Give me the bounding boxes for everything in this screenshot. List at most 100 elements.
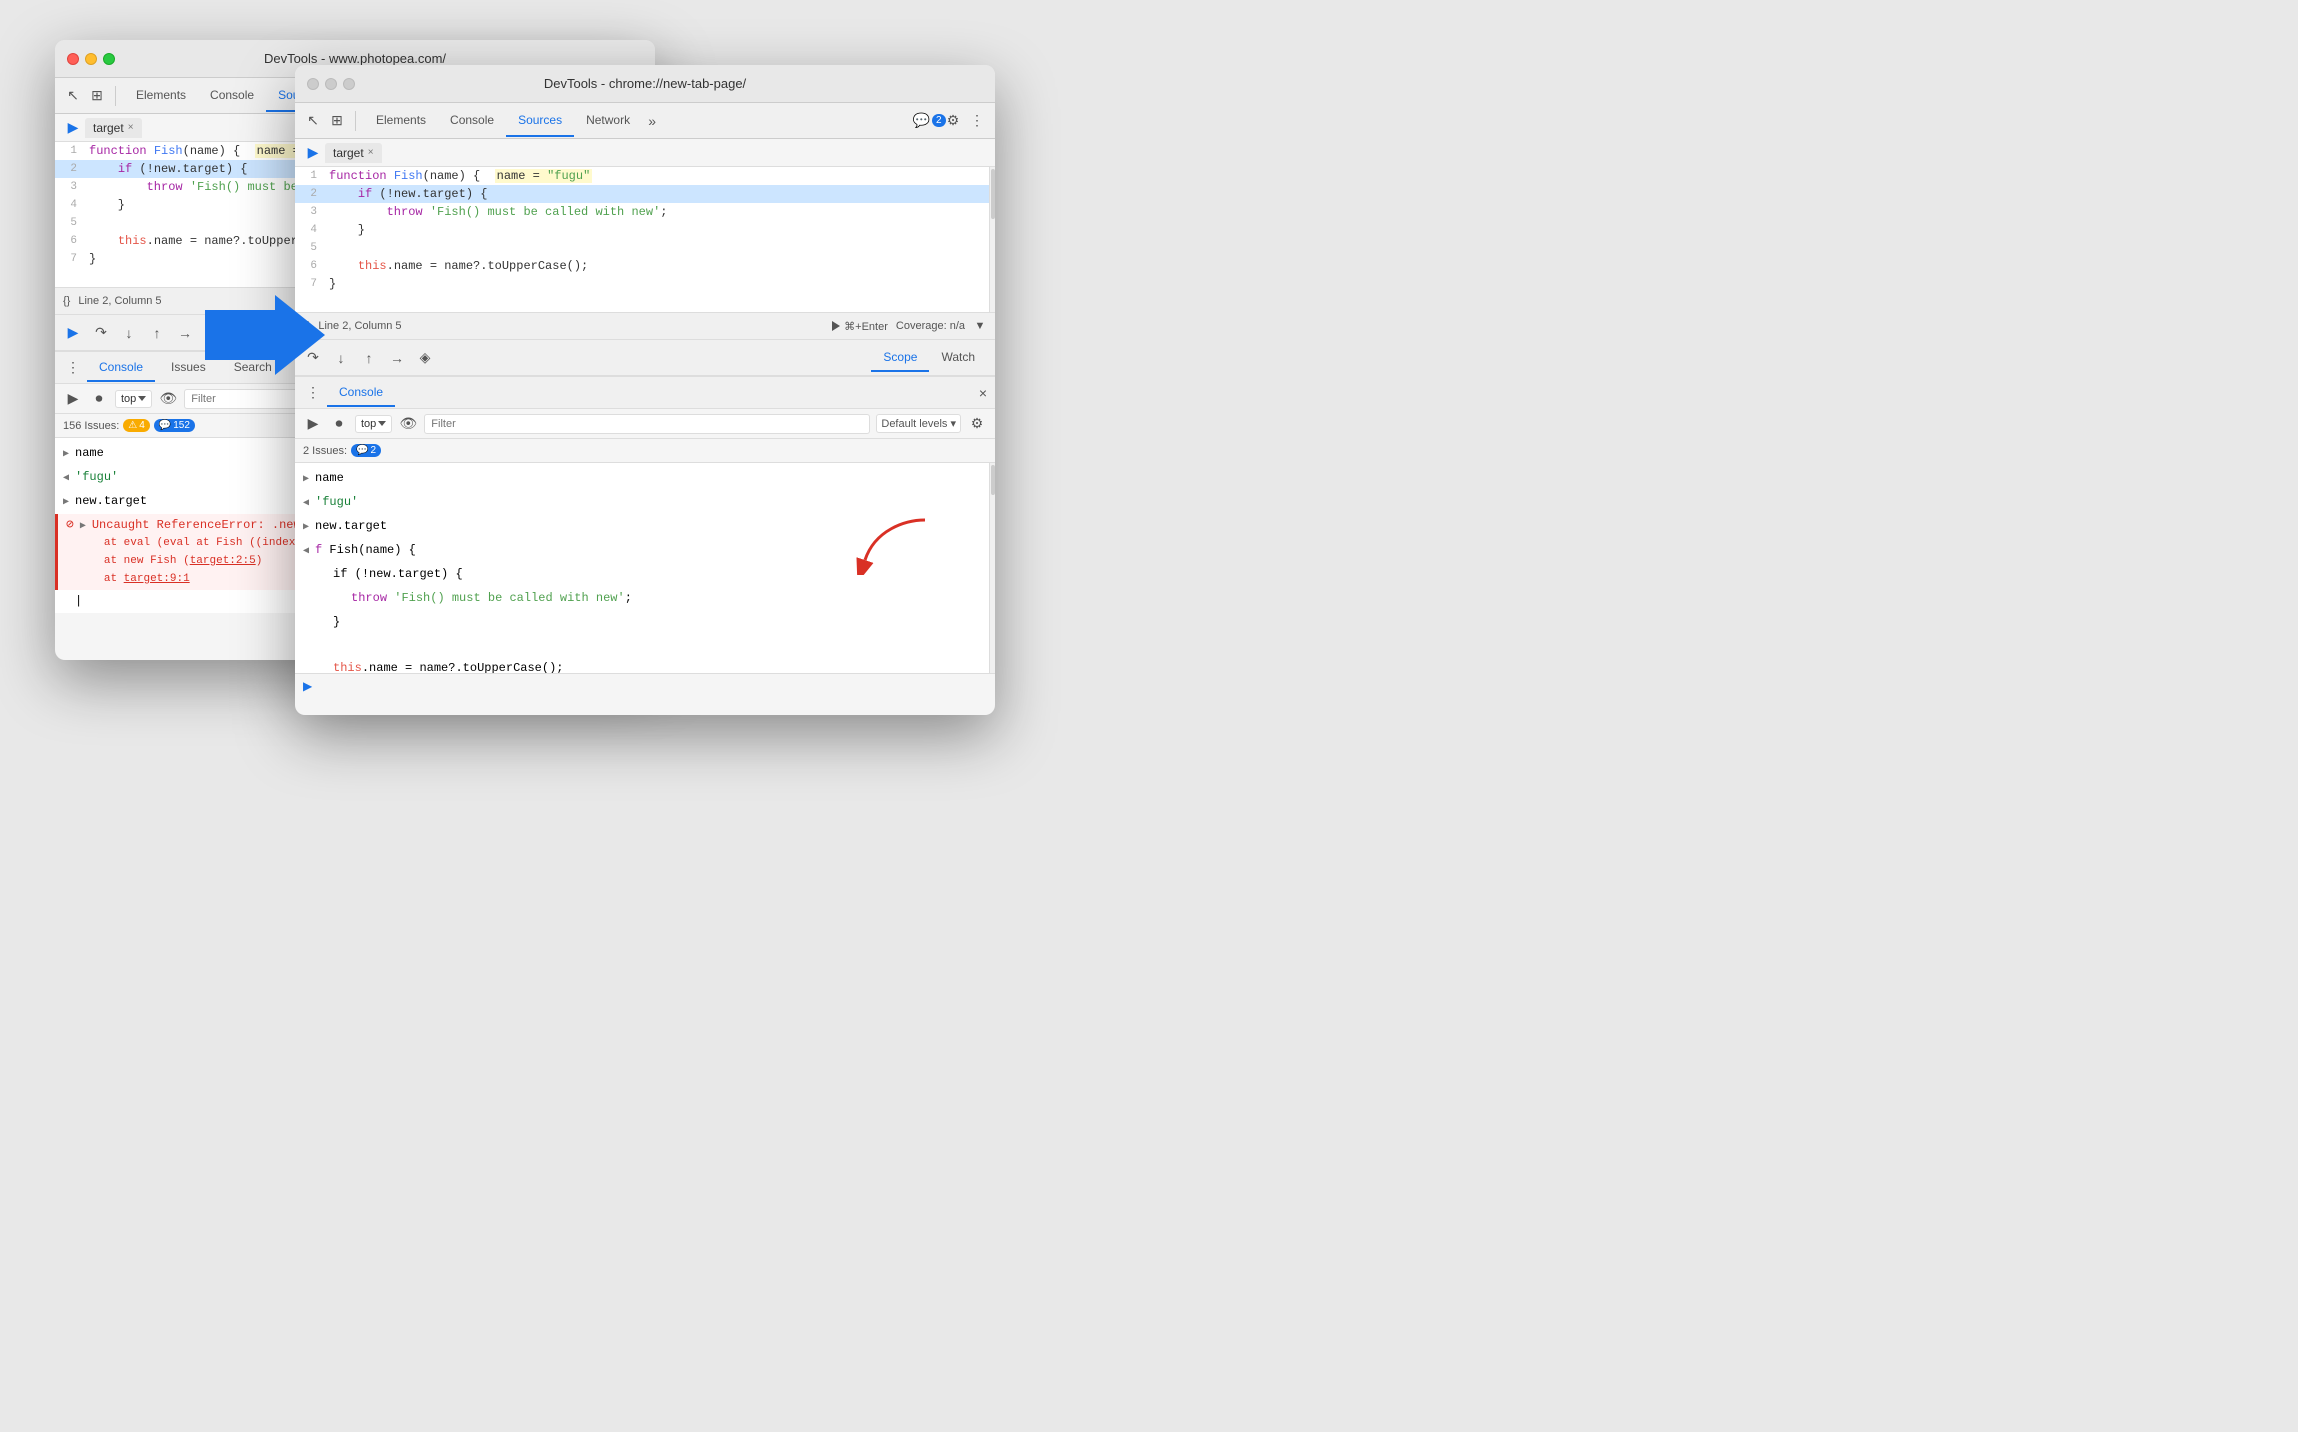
tab-network-front[interactable]: Network — [574, 105, 642, 137]
expand-fish-front[interactable]: ◀ — [303, 543, 309, 561]
status-position-front: Line 2, Column 5 — [318, 320, 401, 332]
eye-icon-back[interactable]: 👁 — [158, 389, 178, 409]
console-scrollbar-front — [989, 463, 995, 673]
console-dots-icon-front[interactable]: ⋮ — [303, 383, 323, 403]
devtools-toolbar-front: ↖ ⊞ Elements Console Sources Network » 💬… — [295, 103, 995, 139]
expand-icon-3-back[interactable]: ▶ — [63, 494, 69, 512]
cursor-icon-back[interactable]: ↖ — [63, 86, 83, 106]
step-out-btn-back[interactable]: ↑ — [147, 323, 167, 343]
run-icon-front[interactable]: ▶ — [303, 143, 323, 163]
window-title-back: DevTools - www.photopea.com/ — [264, 51, 446, 66]
toolbar-sep-front — [355, 111, 356, 131]
run-button-front[interactable]: ⌘+Enter — [832, 320, 888, 333]
panel-icon-front[interactable]: ⊞ — [327, 111, 347, 131]
minimize-button-back[interactable] — [85, 53, 97, 65]
tab-elements-front[interactable]: Elements — [364, 105, 438, 137]
console-item-thisname-front: ▶ this.name = name?.toUpperCase(); — [295, 657, 989, 673]
curly-braces-icon-back: {} — [63, 295, 70, 307]
context-label-back: top — [121, 393, 136, 405]
console-dots-icon-back[interactable]: ⋮ — [63, 358, 83, 378]
error-icon-back: ⊘ — [66, 516, 74, 534]
file-tab-close-back[interactable]: × — [128, 122, 134, 133]
console-tab-console-back[interactable]: Console — [87, 354, 155, 382]
expand-footer-front[interactable]: ▶ — [303, 679, 312, 693]
step-into-btn-back[interactable]: ↓ — [119, 323, 139, 343]
run-shortcut-front: ⌘+Enter — [844, 320, 888, 333]
blue-badge-front: 💬 2 — [351, 444, 381, 457]
console-toolbar-front: ▶ ⏺ top 👁 Default levels ▾ ⚙ — [295, 409, 995, 439]
chat-badge-front[interactable]: 💬 2 — [919, 111, 939, 131]
step-over-btn-back[interactable]: ↷ — [91, 323, 111, 343]
status-position-back: Line 2, Column 5 — [78, 295, 161, 307]
maximize-button-front[interactable] — [343, 78, 355, 90]
level-select-front[interactable]: Default levels ▾ — [876, 414, 961, 433]
tab-console-back[interactable]: Console — [198, 80, 266, 112]
scope-tab-watch-front[interactable]: Watch — [929, 344, 987, 372]
console-item-closebrace-front: ▶ } — [295, 611, 989, 635]
step-into-btn-front[interactable]: ↓ — [331, 348, 351, 368]
run-icon-back[interactable]: ▶ — [63, 118, 83, 138]
tab-sources-front[interactable]: Sources — [506, 105, 574, 137]
blue-badge-back: 💬 152 — [154, 419, 195, 432]
clear-console-icon-back[interactable]: ▶ — [63, 389, 83, 409]
chat-icon-front: 💬 — [913, 112, 930, 129]
file-tab-name-back: target — [93, 121, 124, 135]
code-line-2-front: 2 if (!new.target) { — [295, 185, 989, 203]
devtools-window-front: DevTools - chrome://new-tab-page/ ↖ ⊞ El… — [295, 65, 995, 715]
console-item-throw-front: ▶ throw 'Fish() must be called with new'… — [295, 587, 989, 611]
close-button-back[interactable] — [67, 53, 79, 65]
expand-error-back[interactable]: ▶ — [80, 518, 86, 536]
console-section-front: ⋮ Console × ▶ ⏺ top 👁 Default levels ▾ ⚙… — [295, 376, 995, 697]
eye-icon-front[interactable]: 👁 — [398, 414, 418, 434]
tab-console-front[interactable]: Console — [438, 105, 506, 137]
scrollbar-thumb-front — [991, 169, 995, 219]
gear-icon-front[interactable]: ⚙ — [943, 111, 963, 131]
coverage-text-front: Coverage: n/a — [896, 320, 965, 332]
stop-icon-back[interactable]: ⏺ — [89, 389, 109, 409]
breakpoints-btn-front[interactable]: ◈ — [415, 348, 435, 368]
issues-count-label-back: 156 Issues: — [63, 420, 119, 432]
console-gear-front[interactable]: ⚙ — [967, 414, 987, 434]
console-tab-front[interactable]: Console — [327, 379, 395, 407]
filter-input-front[interactable] — [424, 414, 870, 434]
console-item-empty-front — [295, 635, 989, 657]
window-title-front: DevTools - chrome://new-tab-page/ — [544, 76, 746, 91]
context-selector-back[interactable]: top — [115, 390, 152, 408]
expand-icon-1-back[interactable]: ▶ — [63, 446, 69, 464]
clear-console-icon-front[interactable]: ▶ — [303, 414, 323, 434]
expand-fugu-front[interactable]: ◀ — [303, 495, 309, 513]
expand-icon-2-back[interactable]: ◀ — [63, 470, 69, 488]
step-btn-back[interactable]: → — [175, 323, 195, 343]
minimize-button-front[interactable] — [325, 78, 337, 90]
code-line-5-front: 5 — [295, 239, 989, 257]
file-tab-close-front[interactable]: × — [368, 147, 374, 158]
code-line-1-front: 1 function Fish(name) { name = "fugu" — [295, 167, 989, 185]
expand-newtarget-front[interactable]: ▶ — [303, 519, 309, 537]
maximize-button-back[interactable] — [103, 53, 115, 65]
coverage-settings-front[interactable]: ▼ — [973, 319, 987, 333]
file-tab-back[interactable]: target × — [85, 118, 142, 138]
more-tabs-icon-front[interactable]: » — [642, 111, 662, 131]
traffic-lights-back — [67, 53, 115, 65]
console-item-name-front: ▶ name — [295, 467, 989, 491]
issues-count-label-front: 2 Issues: — [303, 445, 347, 457]
close-button-front[interactable] — [307, 78, 319, 90]
stop-icon-front[interactable]: ⏺ — [329, 414, 349, 434]
status-bar-front: {} Line 2, Column 5 ⌘+Enter Coverage: n/… — [295, 312, 995, 340]
panel-icon-back[interactable]: ⊞ — [87, 86, 107, 106]
titlebar-front: DevTools - chrome://new-tab-page/ — [295, 65, 995, 103]
context-selector-front[interactable]: top — [355, 415, 392, 433]
close-console-button-front[interactable]: × — [979, 385, 987, 401]
tab-elements-back[interactable]: Elements — [124, 80, 198, 112]
step-out-btn-front[interactable]: ↑ — [359, 348, 379, 368]
resume-btn-back[interactable]: ▶ — [63, 323, 83, 343]
file-tab-front[interactable]: target × — [325, 143, 382, 163]
expand-name-front[interactable]: ▶ — [303, 471, 309, 489]
menu-dots-front[interactable]: ⋮ — [967, 111, 987, 131]
run-triangle-icon-front — [832, 321, 840, 331]
cursor-icon-front[interactable]: ↖ — [303, 111, 323, 131]
file-tabbar-front: ▶ target × — [295, 139, 995, 167]
scope-tab-scope-front[interactable]: Scope — [871, 344, 929, 372]
step-btn-front[interactable]: → — [387, 348, 407, 368]
console-scrollbar-thumb-front — [991, 465, 995, 495]
